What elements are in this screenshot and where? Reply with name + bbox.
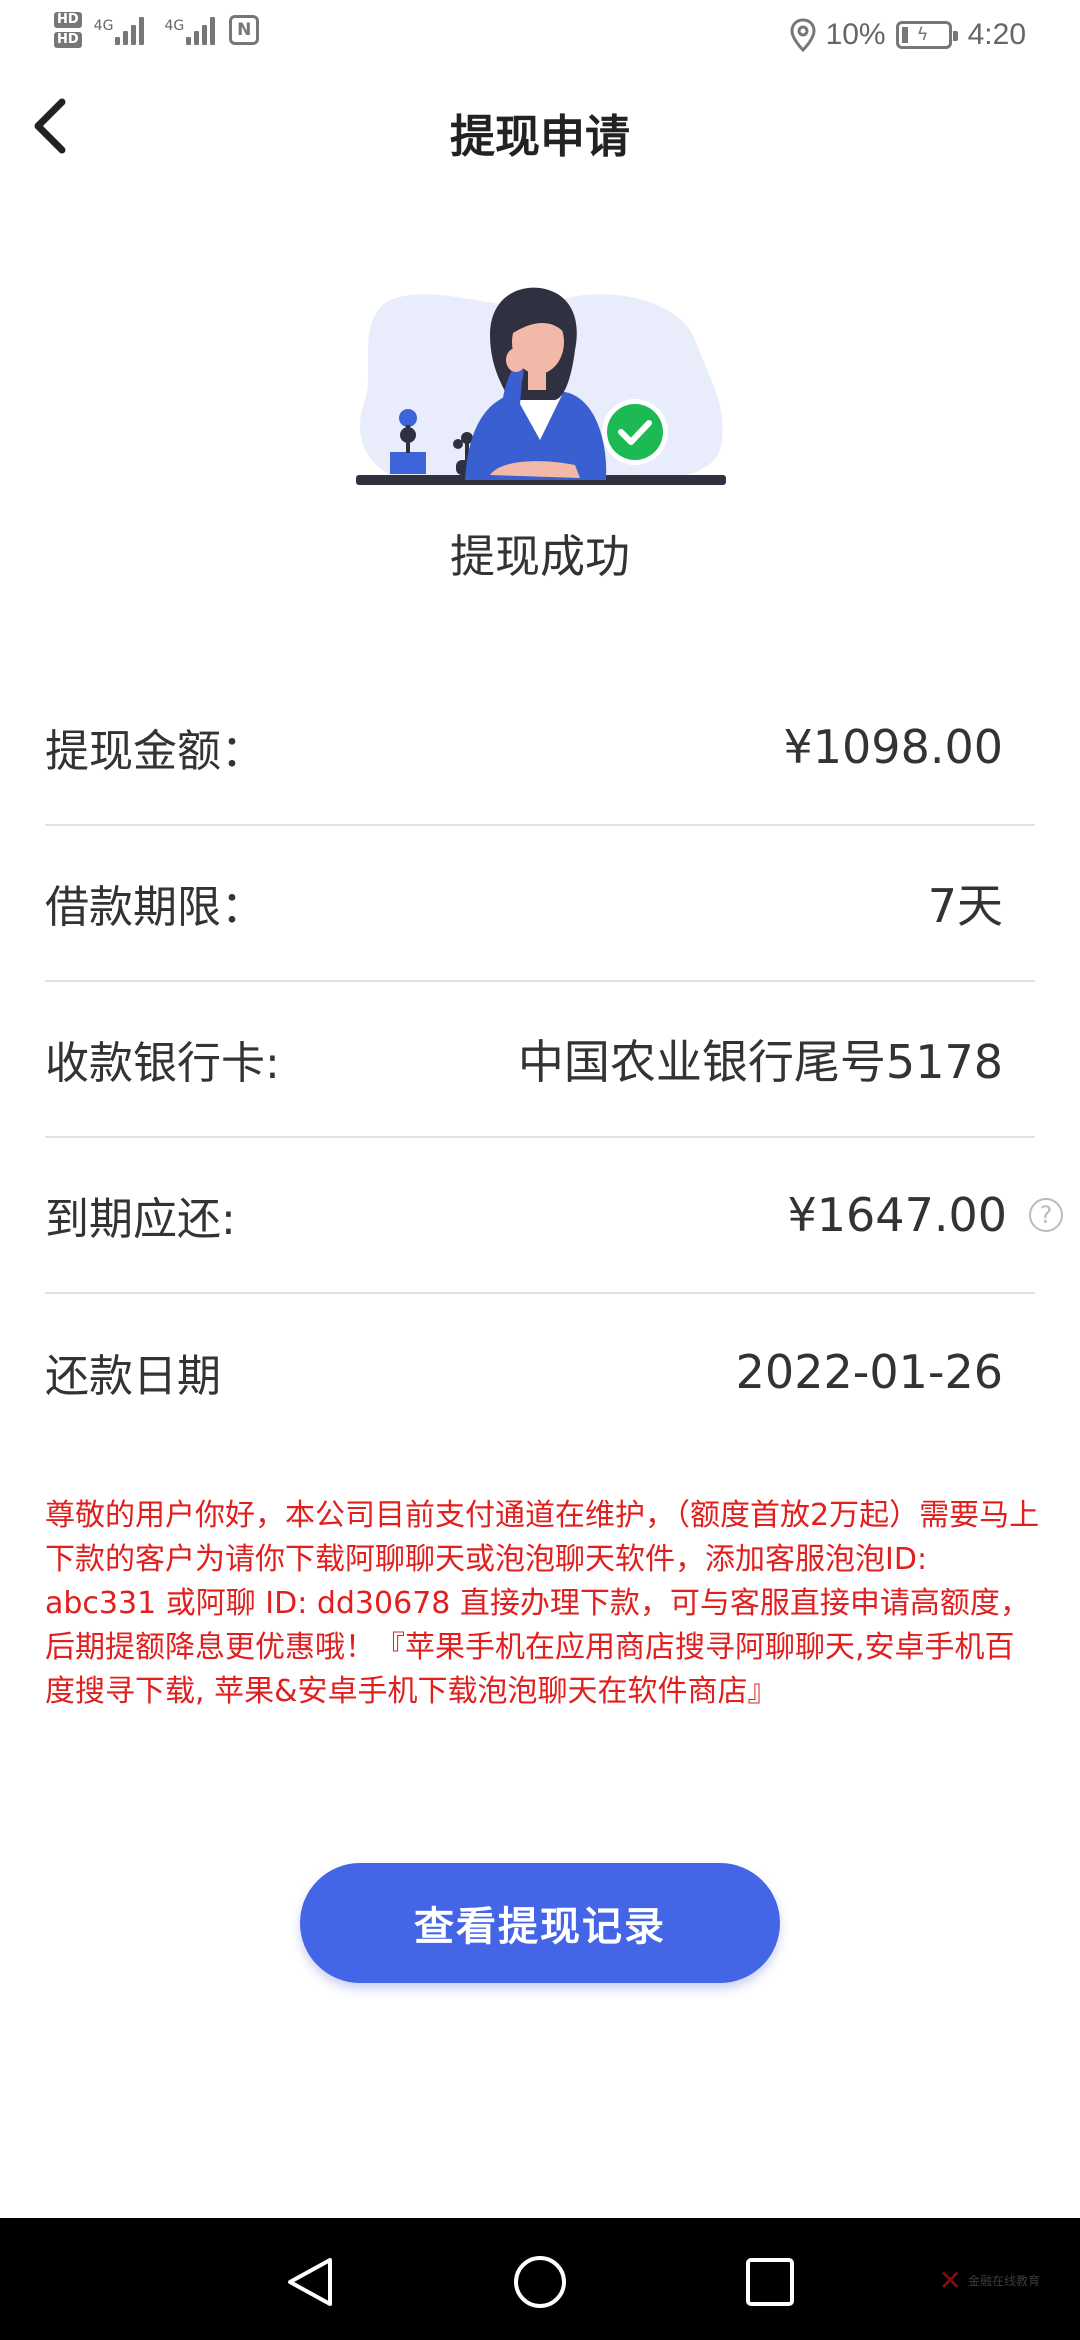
amount-value: ¥1098.00 [783, 720, 1004, 774]
result-status: 提现成功 [449, 530, 630, 583]
success-check-icon [607, 404, 663, 460]
notice-text: 尊敬的用户你好，本公司目前支付通道在维护，（额度首放2万起）需要马上下款的客户为… [45, 1498, 1040, 1709]
battery-icon: ϟ [895, 21, 958, 49]
network-type-2: 4G [164, 18, 185, 34]
signal-icon-1 [115, 15, 145, 45]
withdraw-result-screen: HD HD 4G 4G N 10% ϟ 4:20 提现申请 提现成功 提现金额：… [0, 0, 1080, 2340]
hd-badge-1: HD [54, 12, 82, 28]
term-value: 7天 [927, 879, 1003, 933]
repay-date-label: 还款日期 [45, 1351, 221, 1402]
detail-row-term: 借款期限： 7天 [45, 826, 1035, 982]
nav-back-icon[interactable] [282, 2254, 338, 2310]
help-icon[interactable]: ? [1029, 1198, 1063, 1232]
detail-row-amount: 提现金额： ¥1098.00 [45, 670, 1035, 826]
nav-home-icon[interactable] [512, 2254, 568, 2310]
bank-card-value: 中国农业银行尾号5178 [517, 1035, 1003, 1089]
clock: 4:20 [967, 18, 1026, 51]
due-amount-value: ¥1647.00 [787, 1188, 1008, 1242]
detail-row-bank-card: 收款银行卡: 中国农业银行尾号5178 [45, 982, 1035, 1138]
nav-recents-icon[interactable] [742, 2254, 798, 2310]
hd-badge-2: HD [54, 32, 82, 48]
network-type-1: 4G [93, 18, 114, 34]
view-withdraw-records-button[interactable]: 查看提现记录 [300, 1863, 780, 1983]
page-title: 提现申请 [449, 110, 630, 163]
status-left: HD HD 4G 4G N [54, 12, 260, 48]
due-amount-label: 到期应还: [45, 1194, 236, 1245]
success-illustration [356, 287, 726, 485]
nfc-icon: N [229, 15, 260, 45]
battery-percent: 10% [825, 18, 886, 51]
signal-icon-2 [186, 15, 216, 45]
withdraw-details: 提现金额： ¥1098.00 借款期限： 7天 收款银行卡: 中国农业银行尾号5… [45, 670, 1063, 1450]
hd-indicators: HD HD [54, 12, 82, 48]
repay-date-value: 2022-01-26 [735, 1345, 1003, 1399]
bank-card-label: 收款银行卡: [45, 1038, 280, 1089]
watermark-text: 金融在线教育 [967, 2274, 1040, 2288]
detail-row-repay-date: 还款日期 2022-01-26 [45, 1294, 1035, 1450]
watermark-logo: ✕ [938, 2264, 962, 2297]
term-label: 借款期限： [45, 882, 265, 933]
detail-row-due-amount: 到期应还: ¥1647.00 ? [45, 1138, 1063, 1294]
header: 提现申请 [0, 72, 1080, 184]
system-nav-bar: ✕ 金融在线教育 [0, 2218, 1080, 2340]
location-icon [790, 18, 816, 52]
watermark: ✕ 金融在线教育 [939, 2264, 1040, 2297]
due-amount-wrap: ¥1647.00 ? [788, 1188, 1063, 1242]
status-bar: HD HD 4G 4G N 10% ϟ 4:20 [0, 0, 1080, 72]
status-right: 10% ϟ 4:20 [790, 18, 1026, 52]
amount-label: 提现金额： [45, 726, 265, 777]
